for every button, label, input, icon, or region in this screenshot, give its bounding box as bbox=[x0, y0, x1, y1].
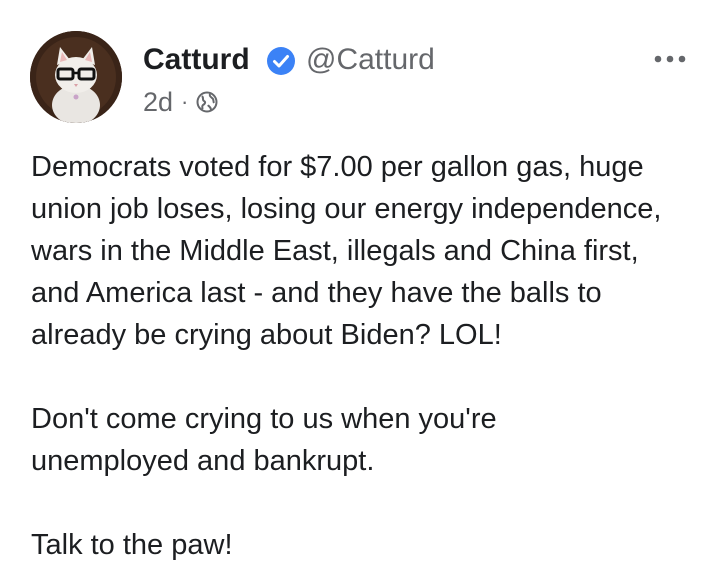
post-text-line: wars in the Middle East, illegals and Ch… bbox=[31, 235, 639, 267]
post-text-line: Talk to the paw! bbox=[31, 529, 233, 561]
post-meta: 2d · bbox=[143, 86, 218, 118]
verified-badge-icon bbox=[267, 47, 295, 75]
post-text-line: unemployed and bankrupt. bbox=[31, 445, 375, 477]
post-card: Catturd @Catturd 2d · Democrats voted fo… bbox=[0, 0, 720, 578]
post-text-line: and America last - and they have the bal… bbox=[31, 277, 602, 309]
post-paragraph: Talk to the paw! bbox=[31, 524, 701, 566]
post-timestamp[interactable]: 2d bbox=[143, 87, 173, 118]
post-text-line: Democrats voted for $7.00 per gallon gas… bbox=[31, 151, 644, 183]
more-options-icon[interactable] bbox=[652, 49, 688, 69]
globe-icon[interactable] bbox=[196, 91, 218, 113]
post-paragraph: Democrats voted for $7.00 per gallon gas… bbox=[31, 146, 701, 356]
cat-avatar-image bbox=[30, 31, 122, 123]
post-text-line: already be crying about Biden? LOL! bbox=[31, 319, 502, 351]
author-handle[interactable]: @Catturd bbox=[306, 42, 435, 78]
avatar[interactable] bbox=[30, 31, 122, 123]
meta-separator: · bbox=[181, 89, 189, 114]
post-text-line: Don't come crying to us when you're bbox=[31, 403, 497, 435]
post-paragraph: Don't come crying to us when you're unem… bbox=[31, 398, 701, 482]
author-name[interactable]: Catturd bbox=[143, 42, 250, 78]
post-body: Democrats voted for $7.00 per gallon gas… bbox=[31, 146, 701, 566]
post-text-line: union job loses, losing our energy indep… bbox=[31, 193, 662, 225]
